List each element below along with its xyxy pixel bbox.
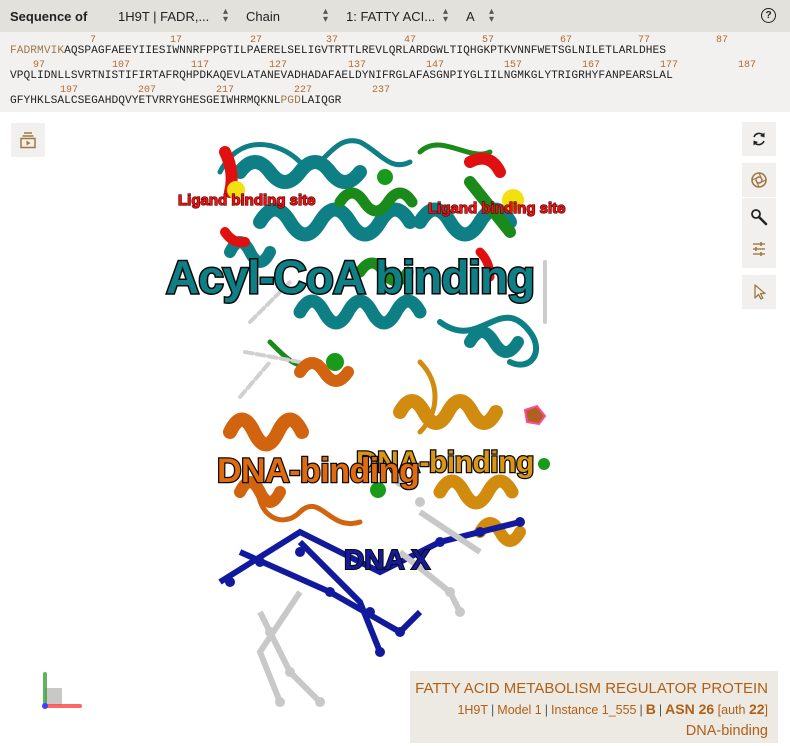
animation-button[interactable] — [11, 123, 45, 157]
sequence-row: 97 107 117 127 137 147 157 167 177 187 V… — [10, 60, 790, 85]
modeled-residues[interactable]: VPQLIDNLLSVRTNISTIFIRTAFRQHPDKAQEVLATANE… — [10, 70, 673, 82]
dna-binding-label-a: DNA-binding — [216, 451, 421, 492]
auth-prefix: [auth — [717, 703, 749, 717]
select-arrows-icon: ▴ ▾ — [322, 6, 328, 25]
chain-select-value: A — [466, 8, 475, 24]
axes-gizmo — [42, 672, 82, 709]
entity-name: FATTY ACID METABOLISM REGULATOR PROTEIN — [415, 680, 768, 697]
auth-suffix: ] — [764, 703, 768, 717]
domain-name: DNA-binding — [685, 723, 768, 739]
sequence-header: Sequence of 1H9T | FADR,... ▴ ▾ Chain ▴ ▾ … — [0, 0, 790, 32]
pointer-icon — [754, 284, 766, 300]
sliders-icon[interactable] — [750, 240, 768, 258]
chain-id: B — [645, 701, 656, 717]
sequence-row: 197 207 217 227 237 GFYHKLSALCSEGAHDQVYE… — [10, 85, 790, 110]
modeled-residues[interactable]: LAIQGR — [301, 95, 342, 107]
structure-viewer-canvas[interactable]: Ligand binding site Ligand binding site … — [0, 112, 790, 746]
dna-x-label: DNA X — [343, 543, 431, 576]
residue-string[interactable]: VPQLIDNLLSVRTNISTIFIRTAFRQHPDKAQEVLATANE… — [10, 70, 673, 82]
instance-label: Instance 1_555 — [551, 703, 637, 717]
sequence-row: 7 17 27 37 47 57 67 77 87 FADRMVIKAQSPAG… — [10, 35, 790, 60]
selection-mode-button[interactable] — [742, 275, 776, 309]
residue-location: 1H9T | Model 1 | Instance 1_555 | B | ASN 26 [au… — [457, 701, 768, 717]
modeled-residues[interactable]: GFYHKLSALCSEGAHDQVYETVRRYGHESGEIWHRMQKNL — [10, 95, 281, 107]
residue-number: 237 — [372, 85, 391, 96]
mode-select-value: Chain — [246, 8, 280, 24]
residue-number: 187 — [738, 60, 757, 71]
mode-select[interactable]: Chain ▴ ▾ — [234, 0, 334, 32]
residue-string[interactable]: GFYHKLSALCSEGAHDQVYETVRRYGHESGEIWHRMQKNL… — [10, 95, 341, 107]
modeled-residues[interactable]: AQSPAGFAEEYIIESIWNNRFPPGTILPAERELSELIGVT… — [64, 45, 666, 57]
entity-select[interactable]: 1: FATTY ACI... ▴ ▾ — [334, 0, 454, 32]
residue-id: ASN 26 — [665, 701, 715, 717]
entry-select[interactable]: 1H9T | FADR,... ▴ ▾ — [106, 0, 234, 32]
auth-number: 22 — [748, 701, 765, 717]
residue-number: 87 — [716, 35, 729, 46]
sequence-title: Sequence of — [10, 8, 88, 24]
unmodeled-residues[interactable]: FADRMVIK — [10, 45, 64, 57]
entry-id: 1H9T — [457, 703, 489, 717]
model-label: Model 1 — [497, 703, 542, 717]
wrench-icon[interactable] — [750, 208, 768, 226]
acyl-coa-binding-label: Acyl-CoA binding — [164, 250, 536, 305]
residue-string[interactable]: FADRMVIKAQSPAGFAEEYIIESIWNNRFPPGTILPAERE… — [10, 45, 666, 57]
reset-camera-icon — [753, 132, 765, 146]
select-arrows-icon: ▴ ▾ — [442, 6, 448, 25]
chain-select[interactable]: A ▴ ▾ — [454, 0, 500, 32]
ligand-site-label: Ligand binding site — [177, 191, 316, 209]
reset-camera-button[interactable] — [742, 122, 776, 156]
screenshot-icon — [751, 172, 767, 188]
highlight-info-panel: FATTY ACID METABOLISM REGULATOR PROTEIN … — [410, 671, 778, 743]
entry-select-value: 1H9T | FADR,... — [118, 8, 210, 24]
unmodeled-residues[interactable]: PGD — [281, 95, 301, 107]
ligand-site-label: Ligand binding site — [427, 199, 566, 217]
select-arrows-icon: ▴ ▾ — [222, 6, 228, 25]
help-icon[interactable]: ? — [761, 8, 776, 23]
settings-group — [742, 198, 776, 268]
entity-select-value: 1: FATTY ACI... — [346, 8, 436, 24]
molecule-render[interactable] — [0, 112, 790, 746]
animation-icon — [20, 132, 36, 149]
screenshot-button[interactable] — [742, 163, 776, 197]
sequence-panel[interactable]: 7 17 27 37 47 57 67 77 87 FADRMVIKAQSPAG… — [0, 32, 790, 112]
select-arrows-icon: ▴ ▾ — [488, 6, 494, 25]
